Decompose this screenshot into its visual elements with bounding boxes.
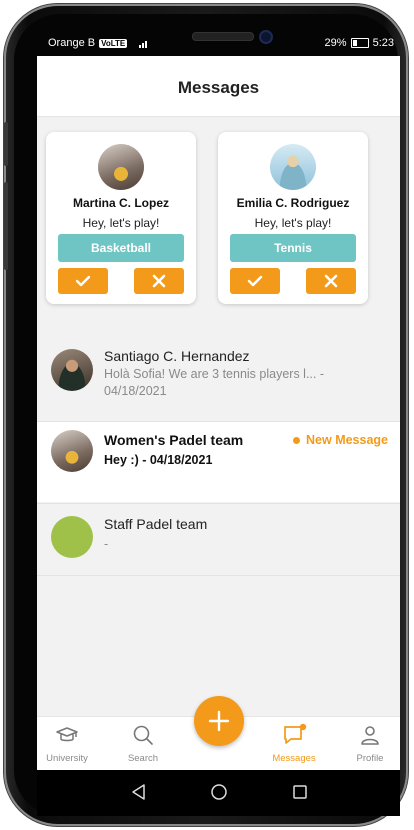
nav-messages[interactable]: Messages xyxy=(264,717,324,770)
nav-university[interactable]: University xyxy=(37,717,97,770)
sport-tag: Basketball xyxy=(58,234,184,262)
preview-line: Holà Sofia! We are 3 tennis players l...… xyxy=(104,367,325,381)
carrier-label: Orange B xyxy=(48,37,96,49)
network-badge: VoLTE xyxy=(99,38,128,48)
avatar xyxy=(51,516,93,558)
request-name: Martina C. Lopez xyxy=(72,196,169,210)
request-name: Emilia C. Rodriguez xyxy=(236,196,350,210)
conversation-name: Santiago C. Hernandez xyxy=(104,348,250,364)
conversation-name: Women's Padel team xyxy=(104,432,244,448)
conversation-preview: Holà Sofia! We are 3 tennis players l...… xyxy=(104,366,364,400)
nav-label: Profile xyxy=(356,753,384,764)
request-card: Martina C. Lopez Hey, let's play! Basket… xyxy=(46,132,196,304)
decline-button[interactable] xyxy=(134,268,184,294)
status-bar: Orange B VoLTE 29% 5:23 xyxy=(40,34,394,54)
header: Messages xyxy=(37,56,400,117)
system-nav-bar xyxy=(37,770,400,816)
conversation-name: Staff Padel team xyxy=(104,516,208,532)
plus-icon xyxy=(208,710,230,732)
nav-label: University xyxy=(46,753,88,764)
recents-icon[interactable] xyxy=(290,782,310,802)
nav-label: Search xyxy=(127,753,159,764)
side-button xyxy=(4,182,8,270)
back-icon[interactable] xyxy=(129,782,149,802)
volume-button xyxy=(4,122,8,166)
close-icon xyxy=(152,274,166,288)
battery-percent: 29% xyxy=(324,37,347,49)
app-screen: Messages Martina C. Lopez Hey, let's pla… xyxy=(37,56,400,770)
request-message: Hey, let's play! xyxy=(82,216,160,230)
add-button[interactable] xyxy=(194,696,244,746)
close-icon xyxy=(324,274,338,288)
check-icon xyxy=(247,275,263,287)
profile-icon xyxy=(361,726,379,745)
battery-icon xyxy=(350,38,369,48)
conversation-item[interactable]: Women's Padel team New Message Hey :) - … xyxy=(37,422,400,502)
decline-button[interactable] xyxy=(306,268,356,294)
preview-date: 04/18/2021 xyxy=(104,384,167,398)
dot-icon xyxy=(293,436,301,444)
search-icon xyxy=(133,725,153,745)
home-icon[interactable] xyxy=(209,782,229,802)
page-title: Messages xyxy=(177,78,260,97)
signal-icon xyxy=(139,38,148,48)
request-card: Emilia C. Rodriguez Hey, let's play! Ten… xyxy=(218,132,368,304)
accept-button[interactable] xyxy=(230,268,280,294)
graduation-cap-icon xyxy=(56,727,78,742)
conversation-preview: Hey :) - 04/18/2021 xyxy=(104,453,213,467)
divider xyxy=(37,575,400,576)
conversation-item[interactable]: Staff Padel team - xyxy=(37,504,400,574)
avatar[interactable] xyxy=(270,144,316,190)
sport-tag: Tennis xyxy=(230,234,356,262)
new-message-badge: New Message xyxy=(293,433,388,447)
clock: 5:23 xyxy=(372,37,394,49)
nav-search[interactable]: Search xyxy=(113,717,173,770)
chat-icon xyxy=(284,723,307,744)
nav-label: Messages xyxy=(272,753,316,764)
avatar xyxy=(51,349,93,391)
conversation-item[interactable]: Santiago C. Hernandez Holà Sofia! We are… xyxy=(37,336,400,420)
badge-label: New Message xyxy=(306,433,388,447)
avatar[interactable] xyxy=(98,144,144,190)
check-icon xyxy=(75,275,91,287)
avatar xyxy=(51,430,93,472)
accept-button[interactable] xyxy=(58,268,108,294)
conversation-preview: - xyxy=(104,537,109,551)
request-message: Hey, let's play! xyxy=(254,216,332,230)
nav-profile[interactable]: Profile xyxy=(340,717,400,770)
